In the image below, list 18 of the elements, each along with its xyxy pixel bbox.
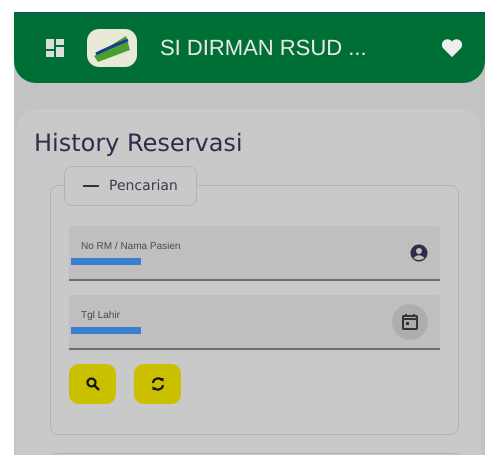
page-title: History Reservasi bbox=[34, 129, 244, 157]
refresh-icon bbox=[150, 377, 164, 391]
input-field[interactable]: No RM / Nama Pasien bbox=[69, 226, 440, 281]
search-panel-toggle[interactable]: Pencarian bbox=[64, 166, 197, 206]
logo-icon bbox=[86, 28, 138, 68]
calendar-icon bbox=[401, 312, 419, 330]
search-button[interactable] bbox=[69, 364, 116, 404]
minus-icon bbox=[83, 185, 99, 187]
refresh-button[interactable] bbox=[134, 364, 181, 404]
calendar-button[interactable] bbox=[392, 304, 428, 340]
search-icon bbox=[86, 377, 100, 391]
field-label: No RM / Nama Pasien bbox=[81, 240, 182, 252]
user-icon bbox=[410, 244, 428, 262]
app-title: SI DIRMAN RSUD ... bbox=[160, 35, 368, 61]
heart-icon[interactable] bbox=[441, 38, 463, 58]
input-field[interactable]: Tgl Lahir bbox=[69, 295, 440, 350]
dashboard-icon[interactable] bbox=[46, 39, 64, 57]
field-label: Tgl Lahir bbox=[81, 310, 121, 320]
